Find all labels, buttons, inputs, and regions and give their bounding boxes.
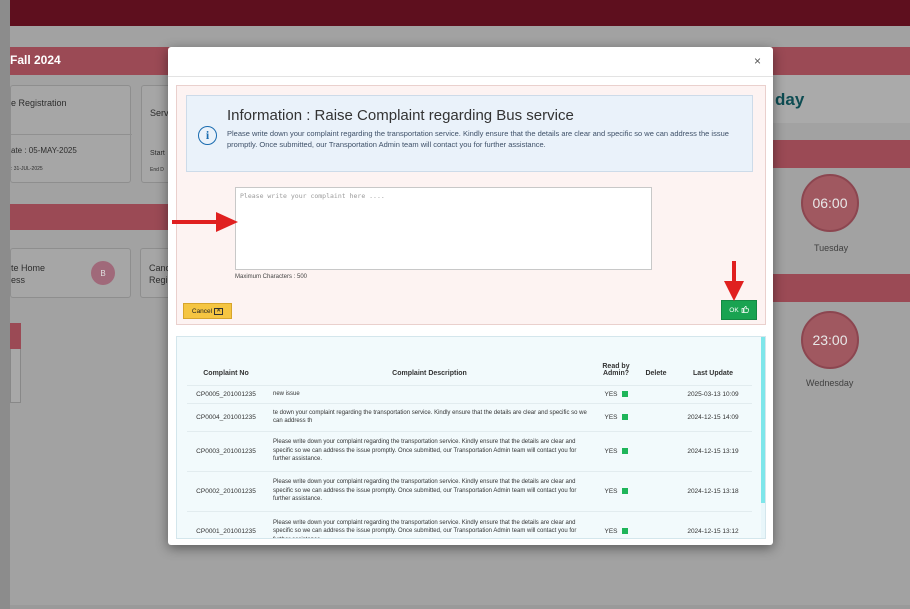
header-description: Complaint Description xyxy=(392,369,467,377)
last-update-cell: 2025-03-13 10:09 xyxy=(674,384,752,403)
thumbs-up-icon xyxy=(741,305,749,315)
last-update-cell: 2024-12-15 13:18 xyxy=(674,470,752,511)
info-title: Information : Raise Complaint regarding … xyxy=(227,107,574,124)
header-read-line1: Read by xyxy=(602,362,630,370)
description-cell: Please write down your complaint regardi… xyxy=(265,470,594,511)
day-label-2: Wednesday xyxy=(806,378,854,388)
read-cell: YES xyxy=(594,470,638,511)
day-label-1: Tuesday xyxy=(814,243,849,253)
complaint-modal: × i Information : Raise Complaint regard… xyxy=(168,47,773,545)
complaint-form-panel: i Information : Raise Complaint regardin… xyxy=(176,85,766,325)
description-cell: Please write down your complaint regardi… xyxy=(265,430,594,471)
registration-card-title: e Registration xyxy=(11,98,67,108)
read-status-icon xyxy=(621,413,628,420)
read-cell: YES xyxy=(594,510,638,538)
complaint-no-cell: CP0005_201001235 xyxy=(187,384,265,403)
delete-cell xyxy=(638,402,674,431)
read-cell: YES xyxy=(594,384,638,403)
arrow-right-icon xyxy=(172,212,238,232)
read-status-icon xyxy=(621,447,628,454)
day-title: day xyxy=(775,90,805,109)
modal-header: × xyxy=(168,47,773,77)
home-address-title-2: ess xyxy=(11,275,26,285)
service-card[interactable]: Serv Start End D xyxy=(141,85,171,183)
read-cell: YES xyxy=(594,402,638,431)
read-value: YES xyxy=(604,487,618,495)
delete-cell xyxy=(638,384,674,403)
last-update-cell: 2024-12-15 13:12 xyxy=(674,510,752,538)
header-last-update: Last Update xyxy=(692,369,734,377)
term-title: Fall 2024 xyxy=(10,53,61,67)
complaint-textarea[interactable] xyxy=(235,187,652,270)
cancel-button-label: Cancel xyxy=(191,307,213,315)
right-header xyxy=(773,47,910,75)
header-complaint-no: Complaint No xyxy=(203,369,249,377)
read-value: YES xyxy=(604,527,618,535)
home-address-title-1: te Home xyxy=(11,263,46,273)
table-row[interactable]: CP0005_201001235 new issue YES 2025-03-1… xyxy=(187,384,752,403)
service-card-end: End D xyxy=(150,167,164,173)
time-circle-2: 23:00 xyxy=(801,311,859,369)
top-bar xyxy=(10,0,910,26)
service-card-start: Start xyxy=(150,150,165,157)
read-status-icon xyxy=(621,527,628,534)
schedule-header-2 xyxy=(773,274,910,302)
section-header xyxy=(10,204,170,230)
table-row[interactable]: CP0001_201001235 Please write down your … xyxy=(187,510,752,538)
header-read-line2: Admin? xyxy=(602,369,630,377)
ok-button-label: OK xyxy=(729,306,739,314)
table-row[interactable]: CP0002_201001235 Please write down your … xyxy=(187,470,752,511)
description-cell: Please write down your complaint regardi… xyxy=(265,510,594,538)
read-value: YES xyxy=(604,390,618,398)
ok-button[interactable]: OK xyxy=(721,300,757,320)
header-delete: Delete xyxy=(645,369,667,377)
registration-end-date: : 31-JUL-2025 xyxy=(11,166,43,172)
delete-cell xyxy=(638,470,674,511)
read-status-icon xyxy=(621,390,628,397)
delete-cell xyxy=(638,430,674,471)
read-value: YES xyxy=(604,413,618,421)
read-status-icon xyxy=(621,487,628,494)
left-panel-header xyxy=(10,323,21,349)
info-description: Please write down your complaint regardi… xyxy=(227,129,729,149)
info-box: i Information : Raise Complaint regardin… xyxy=(186,95,753,172)
cancel-button[interactable]: Cancel ✕ xyxy=(183,303,232,319)
description-cell: te down your complaint regarding the tra… xyxy=(265,402,594,431)
info-icon: i xyxy=(198,126,217,145)
registration-start-date: ate : 05-MAY-2025 xyxy=(11,146,77,155)
max-characters-label: Maximum Characters : 500 xyxy=(235,274,308,280)
complaint-table-panel: Complaint No Complaint Description Read … xyxy=(176,336,766,539)
description-cell: new issue xyxy=(265,384,594,403)
table-row[interactable]: CP0003_201001235 Please write down your … xyxy=(187,430,752,471)
arrow-down-icon xyxy=(724,261,744,301)
cancel-registration-card[interactable]: Canc Regi xyxy=(140,248,171,298)
close-box-icon: ✕ xyxy=(214,307,224,315)
table-header-row: Complaint No Complaint Description Read … xyxy=(187,351,752,385)
home-address-card[interactable]: te Home ess B xyxy=(10,248,131,298)
delete-cell xyxy=(638,510,674,538)
complaint-no-cell: CP0003_201001235 xyxy=(187,430,265,471)
time-circle-1: 06:00 xyxy=(801,174,859,232)
header-read-by-admin: Read by Admin? xyxy=(594,351,638,385)
table-scrollbar-thumb[interactable] xyxy=(761,337,765,503)
read-value: YES xyxy=(604,447,618,455)
registration-card[interactable]: e Registration ate : 05-MAY-2025 : 31-JU… xyxy=(10,85,132,183)
service-card-title: Serv xyxy=(150,108,169,118)
complaint-no-cell: CP0001_201001235 xyxy=(187,510,265,538)
schedule-header-1 xyxy=(773,140,910,168)
last-update-cell: 2024-12-15 13:19 xyxy=(674,430,752,471)
read-cell: YES xyxy=(594,430,638,471)
cancel-registration-title-2: Regi xyxy=(149,275,168,285)
last-update-cell: 2024-12-15 14:09 xyxy=(674,402,752,431)
cancel-registration-title-1: Canc xyxy=(149,263,171,273)
address-icon: B xyxy=(91,261,115,285)
close-button[interactable]: × xyxy=(754,55,761,67)
complaint-no-cell: CP0004_201001235 xyxy=(187,402,265,431)
complaint-no-cell: CP0002_201001235 xyxy=(187,470,265,511)
table-row[interactable]: CP0004_201001235 te down your complaint … xyxy=(187,402,752,431)
complaint-table: Complaint No Complaint Description Read … xyxy=(187,351,752,538)
